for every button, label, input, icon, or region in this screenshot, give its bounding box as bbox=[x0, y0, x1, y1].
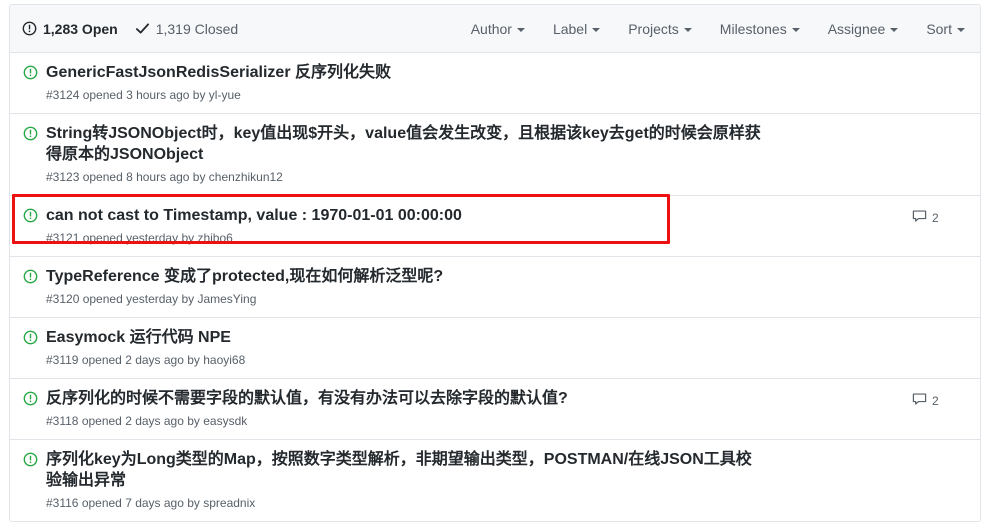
filter-label[interactable]: Label bbox=[552, 20, 601, 37]
issue-metadata: #3124 opened 3 hours ago by yl-yue bbox=[46, 88, 241, 103]
filter-assignee-label: Assignee bbox=[827, 20, 886, 37]
filter-projects-label: Projects bbox=[628, 20, 679, 37]
issue-row[interactable]: Easymock 运行代码 NPE #3119 opened 2 days ag… bbox=[10, 317, 980, 379]
issue-comments-link[interactable]: 2 bbox=[912, 209, 939, 227]
issue-opened-icon bbox=[22, 452, 38, 467]
issue-content: 序列化key为Long类型的Map，按照数字类型解析，非期望输出类型，POSTM… bbox=[46, 449, 912, 512]
issue-comments-area: 2 bbox=[912, 392, 968, 410]
filter-author-label: Author bbox=[470, 20, 512, 37]
issue-content: Easymock 运行代码 NPE #3119 opened 2 days ag… bbox=[46, 327, 912, 369]
issue-title-link[interactable]: can not cast to Timestamp, value : 1970-… bbox=[46, 205, 766, 226]
issue-metadata: #3121 opened yesterday by zhibo6 bbox=[46, 231, 233, 246]
filter-dropdown-group: Author Label Projects Milestones Assigne… bbox=[471, 21, 969, 37]
issue-title-link[interactable]: 序列化key为Long类型的Map，按照数字类型解析，非期望输出类型，POSTM… bbox=[46, 449, 766, 491]
chevron-down-icon bbox=[890, 27, 899, 32]
issues-toolbar: 1,283 Open 1,319 Closed Author Label Pro… bbox=[10, 5, 980, 53]
chevron-down-icon bbox=[957, 27, 965, 32]
issue-row[interactable]: 序列化key为Long类型的Map，按照数字类型解析，非期望输出类型，POSTM… bbox=[10, 439, 980, 521]
filter-author[interactable]: Author bbox=[471, 21, 525, 37]
issue-metadata: #3123 opened 8 hours ago by chenzhikun12 bbox=[46, 170, 283, 185]
issue-opened-icon bbox=[22, 391, 38, 406]
filter-assignee[interactable]: Assignee bbox=[828, 21, 899, 37]
issue-title-link[interactable]: String转JSONObject时，key值出现$开头，value值会发生改变… bbox=[46, 123, 766, 165]
issue-metadata: #3120 opened yesterday by JamesYing bbox=[46, 291, 257, 306]
issue-opened-icon bbox=[22, 126, 38, 141]
issue-content: 反序列化的时候不需要字段的默认值，有没有办法可以去除字段的默认值? #3118 … bbox=[46, 388, 912, 430]
issue-title-link[interactable]: TypeReference 变成了protected,现在如何解析泛型呢? bbox=[46, 266, 766, 287]
chevron-down-icon bbox=[592, 27, 601, 32]
issue-opened-icon bbox=[22, 21, 37, 36]
open-issues-count-label: 1,283 Open bbox=[43, 20, 118, 37]
issue-metadata: #3119 opened 2 days ago by haoyi68 bbox=[46, 352, 246, 367]
issue-opened-icon bbox=[22, 330, 38, 345]
comment-count: 2 bbox=[932, 393, 939, 408]
issue-row[interactable]: TypeReference 变成了protected,现在如何解析泛型呢? #3… bbox=[10, 256, 980, 318]
issue-content: TypeReference 变成了protected,现在如何解析泛型呢? #3… bbox=[46, 266, 912, 308]
filter-sort[interactable]: Sort bbox=[926, 21, 965, 37]
filter-projects[interactable]: Projects bbox=[628, 21, 692, 37]
filter-sort-label: Sort bbox=[926, 20, 952, 37]
comment-icon bbox=[912, 209, 927, 227]
issue-comments-area: 2 bbox=[912, 209, 968, 227]
issue-metadata: #3116 opened 7 days ago by spreadnix bbox=[46, 495, 256, 510]
closed-issues-filter[interactable]: 1,319 Closed bbox=[135, 20, 239, 37]
issue-row[interactable]: GenericFastJsonRedisSerializer 反序列化失败 #3… bbox=[10, 53, 980, 114]
issue-row[interactable]: can not cast to Timestamp, value : 1970-… bbox=[10, 195, 980, 257]
issue-content: GenericFastJsonRedisSerializer 反序列化失败 #3… bbox=[46, 62, 912, 104]
issue-row[interactable]: String转JSONObject时，key值出现$开头，value值会发生改变… bbox=[10, 113, 980, 196]
issue-opened-icon bbox=[22, 208, 38, 223]
chevron-down-icon bbox=[791, 27, 800, 32]
chevron-down-icon bbox=[516, 27, 525, 32]
issue-comments-link[interactable]: 2 bbox=[912, 392, 939, 410]
issues-list-container: 1,283 Open 1,319 Closed Author Label Pro… bbox=[9, 4, 981, 522]
chevron-down-icon bbox=[683, 27, 692, 32]
issue-content: can not cast to Timestamp, value : 1970-… bbox=[46, 205, 912, 247]
issue-title-link[interactable]: Easymock 运行代码 NPE bbox=[46, 327, 766, 348]
issue-row[interactable]: 反序列化的时候不需要字段的默认值，有没有办法可以去除字段的默认值? #3118 … bbox=[10, 378, 980, 440]
comment-icon bbox=[912, 392, 927, 410]
issue-title-link[interactable]: GenericFastJsonRedisSerializer 反序列化失败 bbox=[46, 62, 766, 83]
filter-label-label: Label bbox=[552, 20, 588, 37]
filter-milestones-label: Milestones bbox=[719, 20, 787, 37]
issue-opened-icon bbox=[22, 269, 38, 284]
closed-issues-count-label: 1,319 Closed bbox=[155, 20, 239, 37]
issue-content: String转JSONObject时，key值出现$开头，value值会发生改变… bbox=[46, 123, 912, 186]
filter-milestones[interactable]: Milestones bbox=[720, 21, 800, 37]
issue-opened-icon bbox=[22, 65, 38, 80]
issue-title-link[interactable]: 反序列化的时候不需要字段的默认值，有没有办法可以去除字段的默认值? bbox=[46, 388, 766, 409]
state-filter-group: 1,283 Open 1,319 Closed bbox=[22, 21, 238, 36]
open-issues-filter[interactable]: 1,283 Open bbox=[22, 21, 118, 36]
comment-count: 2 bbox=[932, 210, 939, 225]
issue-metadata: #3118 opened 2 days ago by easysdk bbox=[46, 413, 248, 428]
check-icon bbox=[135, 21, 150, 36]
